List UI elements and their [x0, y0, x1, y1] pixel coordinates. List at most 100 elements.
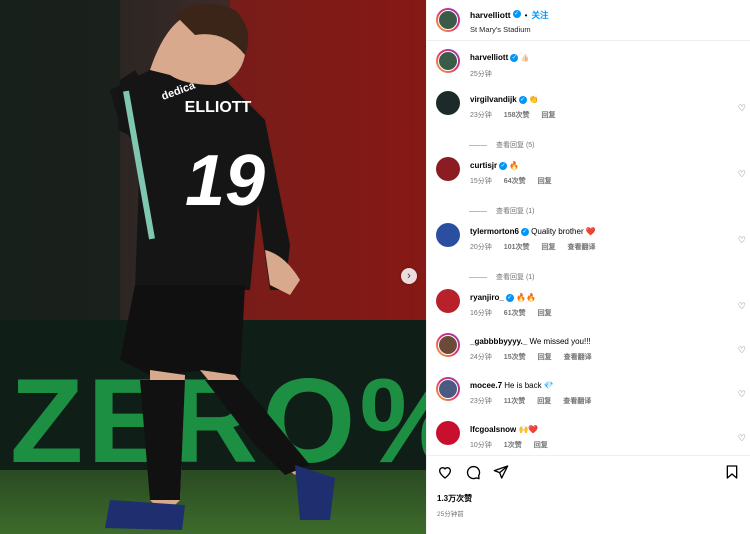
comment-text: We missed you!!!	[529, 337, 591, 346]
comment-item: mocee.7 He is back 💎 23分钟 11次赞 回复 查看翻译 ♡	[427, 376, 750, 420]
translate-button[interactable]: 查看翻译	[567, 244, 595, 251]
comment-bubble-icon[interactable]	[465, 464, 481, 480]
comment-likes[interactable]: 11次赞	[504, 398, 525, 405]
heart-icon[interactable]: ♡	[738, 235, 746, 246]
caption-text: 👍🏻	[520, 55, 530, 62]
post-timestamp[interactable]: 25分钟前	[437, 508, 740, 518]
comment-text: He is back 💎	[504, 381, 554, 390]
comment-item: ryanjiro_ ✓ 🔥🔥 16分钟 61次赞 回复 ♡	[427, 288, 750, 332]
divider-line	[469, 144, 487, 146]
post-actions: 1.3万次赞 25分钟前	[427, 455, 750, 534]
comment-time: 20分钟	[470, 244, 492, 251]
commenter-avatar[interactable]	[436, 223, 460, 247]
commenter-avatar[interactable]	[436, 421, 460, 445]
comment-likes[interactable]: 15次赞	[504, 354, 526, 361]
caption-row: harvelliott ✓ 👍🏻 25分钟	[427, 48, 750, 90]
verified-badge-icon: ✓	[512, 10, 521, 19]
comment-time: 23分钟	[470, 398, 492, 405]
photo-illustration: ZERO% ELLIOTT 19 dedica	[0, 0, 426, 534]
heart-icon[interactable]: ♡	[738, 103, 746, 114]
bookmark-icon[interactable]	[724, 464, 740, 480]
comment-likes[interactable]: 158次赞	[504, 112, 530, 119]
comment-item: curtisjr ✓ 🔥 15分钟 64次赞 回复 ♡	[427, 156, 750, 200]
chevron-right-icon: ›	[407, 269, 411, 282]
divider-line	[469, 276, 487, 278]
author-avatar[interactable]	[436, 49, 460, 73]
reply-button[interactable]: 回复	[538, 310, 552, 317]
verified-badge-icon: ✓	[510, 53, 519, 62]
commenter-avatar[interactable]	[436, 157, 460, 181]
comment-text: 👏	[528, 95, 539, 104]
comment-text: 🙌❤️	[518, 425, 539, 434]
heart-icon[interactable]: ♡	[738, 301, 746, 312]
comment-item: tylermorton6 ✓ Quality brother ❤️ 20分钟 101…	[427, 222, 750, 266]
comments-list: harvelliott ✓ 👍🏻 25分钟 virgilvandijk ✓ 👏 23…	[427, 48, 750, 464]
heart-icon[interactable]: ♡	[738, 389, 746, 400]
comment-username[interactable]: mocee.7	[470, 381, 502, 390]
comment-username[interactable]: lfcgoalsnow	[470, 425, 516, 434]
commenter-avatar[interactable]	[436, 377, 460, 401]
view-replies-label: 查看回复 (1)	[496, 208, 535, 215]
reply-button[interactable]: 回复	[537, 398, 551, 405]
comment-likes[interactable]: 1次赞	[504, 442, 522, 449]
post-header: harvelliott ✓ • 关注 St Mary's Stadium	[427, 0, 750, 41]
translate-button[interactable]: 查看翻译	[563, 398, 591, 405]
comment-username[interactable]: ryanjiro_	[470, 293, 504, 302]
caption-username[interactable]: harvelliott	[470, 53, 508, 62]
comment-username[interactable]: tylermorton6	[470, 227, 519, 236]
separator-dot: •	[524, 11, 528, 21]
comment-time: 15分钟	[470, 178, 492, 185]
reply-button[interactable]: 回复	[538, 354, 552, 361]
view-replies-label: 查看回复 (5)	[496, 142, 535, 149]
verified-badge-icon: ✓	[518, 95, 527, 104]
comment-username[interactable]: virgilvandijk	[470, 95, 517, 104]
view-replies-label: 查看回复 (1)	[496, 274, 535, 281]
verified-badge-icon: ✓	[505, 293, 514, 302]
jersey-name: ELLIOTT	[185, 99, 252, 116]
like-count[interactable]: 1.3万次赞	[437, 493, 740, 504]
post-sidebar: harvelliott ✓ • 关注 St Mary's Stadium harvel…	[426, 0, 750, 534]
instagram-post-modal: ZERO% ELLIOTT 19 dedica › harvelliott ✓ …	[0, 0, 750, 534]
comment-time: 24分钟	[470, 354, 492, 361]
commenter-avatar[interactable]	[436, 289, 460, 313]
translate-button[interactable]: 查看翻译	[564, 354, 592, 361]
commenter-avatar[interactable]	[436, 91, 460, 115]
view-replies-button[interactable]: 查看回复 (5)	[469, 134, 750, 156]
post-location[interactable]: St Mary's Stadium	[470, 25, 548, 35]
post-photo[interactable]: ZERO% ELLIOTT 19 dedica ›	[0, 0, 426, 534]
verified-badge-icon: ✓	[520, 227, 529, 236]
heart-icon[interactable]: ♡	[738, 345, 746, 356]
author-username[interactable]: harvelliott	[470, 10, 511, 21]
comment-time: 23分钟	[470, 112, 492, 119]
follow-button[interactable]: 关注	[531, 10, 548, 21]
like-heart-icon[interactable]	[437, 464, 453, 480]
comment-time: 16分钟	[470, 310, 492, 317]
reply-button[interactable]: 回复	[541, 112, 555, 119]
comment-likes[interactable]: 61次赞	[504, 310, 526, 317]
caption-time: 25分钟	[470, 71, 492, 78]
jersey-number: 19	[185, 141, 265, 221]
share-send-icon[interactable]	[493, 464, 509, 480]
view-replies-button[interactable]: 查看回复 (1)	[469, 266, 750, 288]
comment-text: 🔥	[509, 161, 520, 170]
comment-likes[interactable]: 101次赞	[504, 244, 530, 251]
verified-badge-icon: ✓	[499, 161, 508, 170]
commenter-avatar[interactable]	[436, 333, 460, 357]
comment-text: Quality brother ❤️	[531, 227, 596, 236]
comment-time: 10分钟	[470, 442, 492, 449]
comment-item: _gabbbbyyyy._ We missed you!!! 24分钟 15次赞 回…	[427, 332, 750, 376]
heart-icon[interactable]: ♡	[738, 433, 746, 444]
divider-line	[469, 210, 487, 212]
reply-button[interactable]: 回复	[538, 178, 552, 185]
comment-likes[interactable]: 64次赞	[504, 178, 526, 185]
author-avatar[interactable]	[436, 8, 460, 32]
comment-item: virgilvandijk ✓ 👏 23分钟 158次赞 回复 ♡	[427, 90, 750, 134]
reply-button[interactable]: 回复	[541, 244, 555, 251]
comment-username[interactable]: _gabbbbyyyy._	[470, 337, 527, 346]
heart-icon[interactable]: ♡	[738, 169, 746, 180]
comment-username[interactable]: curtisjr	[470, 161, 497, 170]
reply-button[interactable]: 回复	[534, 442, 548, 449]
next-photo-button[interactable]: ›	[401, 268, 417, 284]
comment-text: 🔥🔥	[516, 293, 536, 302]
view-replies-button[interactable]: 查看回复 (1)	[469, 200, 750, 222]
